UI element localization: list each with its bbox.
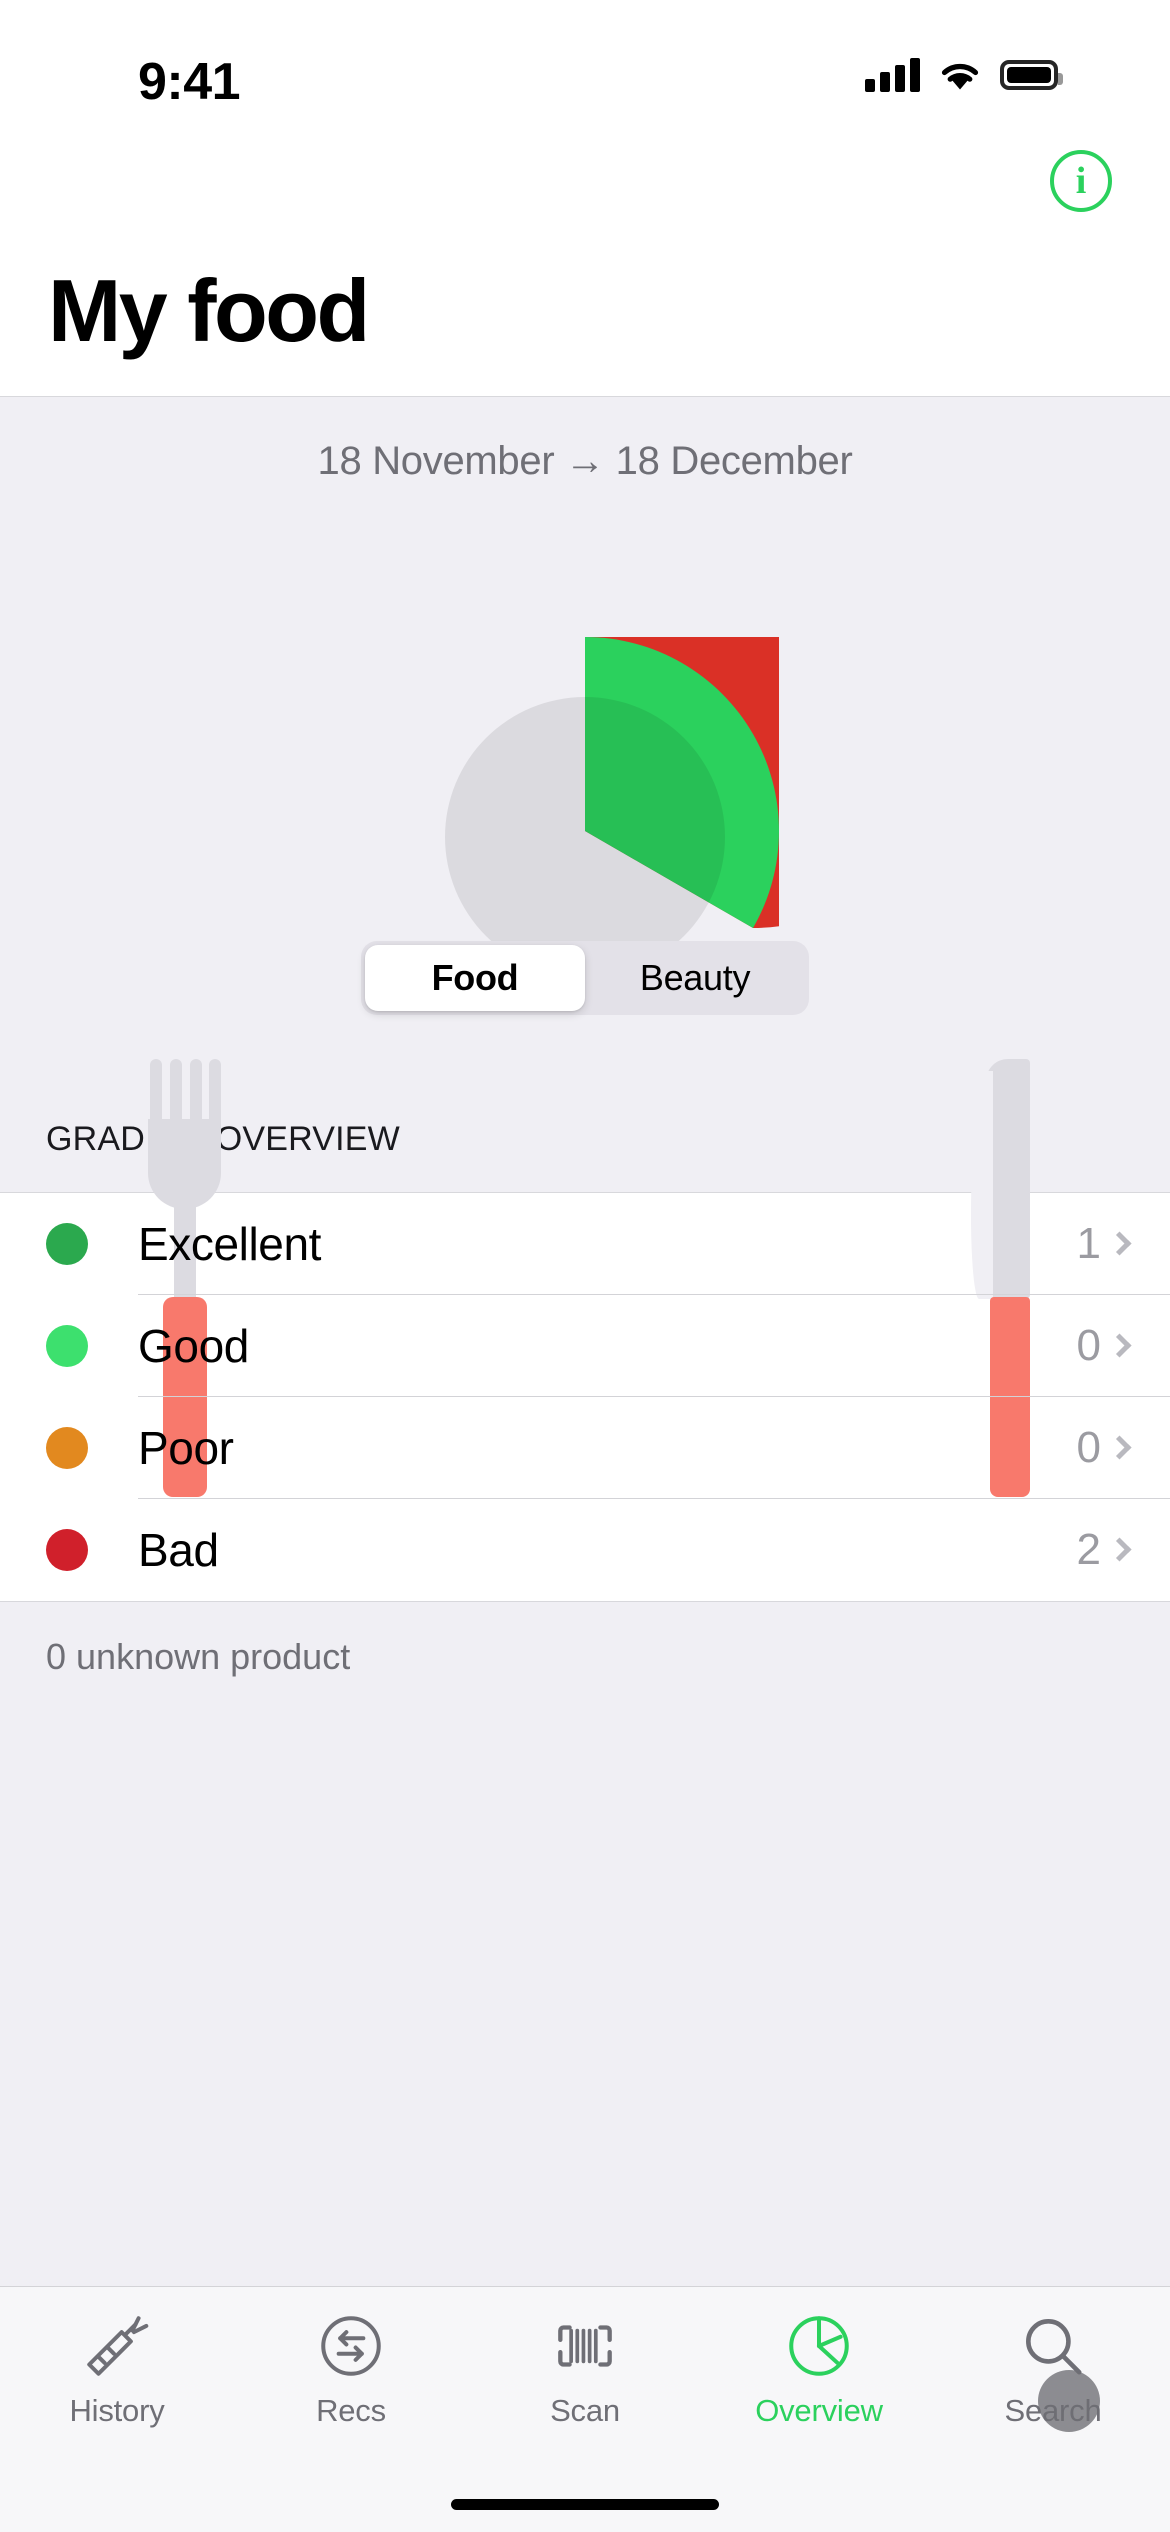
table-row[interactable]: Excellent 1	[0, 1193, 1170, 1295]
status-bar: 9:41	[0, 0, 1170, 140]
page-title: My food	[48, 261, 370, 360]
home-indicator	[451, 2499, 719, 2510]
grade-count: 0	[1076, 1423, 1101, 1472]
tab-overview[interactable]: Overview	[702, 2287, 936, 2464]
nav-bar: i	[0, 140, 1170, 268]
home-indicator-area	[0, 2464, 1170, 2532]
carrot-icon	[87, 2316, 149, 2376]
tab-label: Overview	[755, 2393, 883, 2428]
row-trailing: 1	[1076, 1219, 1132, 1269]
grade-label: Excellent	[138, 1218, 322, 1270]
grade-color-dot-excellent	[46, 1223, 88, 1265]
tab-label: Recs	[316, 2393, 386, 2428]
grade-label: Good	[138, 1320, 249, 1372]
chevron-right-icon	[1107, 1332, 1132, 1358]
grading-overview-title: GRADING OVERVIEW	[46, 1120, 400, 1158]
grade-label: Bad	[138, 1524, 219, 1576]
segment-beauty-label: Beauty	[639, 957, 751, 998]
info-circle-icon[interactable]: i	[1050, 150, 1112, 212]
grade-color-dot-poor	[46, 1427, 88, 1469]
grade-color-dot-bad	[46, 1529, 88, 1571]
grade-count: 1	[1076, 1219, 1101, 1268]
row-trailing: 0	[1076, 1321, 1132, 1371]
page-title-container: My food	[0, 261, 1170, 397]
chevron-right-icon	[1107, 1230, 1132, 1256]
pie-chart-icon	[789, 2316, 849, 2376]
chart-panel: 18 November → 18 December Food Beauty	[0, 397, 1170, 1497]
cellular-signal-icon	[865, 58, 920, 92]
tab-recs[interactable]: Recs	[234, 2287, 468, 2464]
segment-food[interactable]: Food	[365, 945, 585, 1011]
segment-food-label: Food	[431, 957, 519, 998]
grade-count: 2	[1076, 1525, 1101, 1574]
barcode-scan-icon	[558, 2325, 612, 2367]
chevron-right-icon	[1107, 1434, 1132, 1460]
unknown-products-note: 0 unknown product	[0, 1601, 1170, 2286]
segment-beauty[interactable]: Beauty	[585, 945, 805, 1011]
table-row[interactable]: Bad 2	[0, 1499, 1170, 1601]
grade-label: Poor	[138, 1422, 234, 1474]
tab-history[interactable]: History	[0, 2287, 234, 2464]
row-trailing: 2	[1076, 1525, 1132, 1575]
wifi-icon	[941, 63, 979, 90]
app-screen: 9:41 i My food 18 November → 18 December	[0, 0, 1170, 2532]
table-row[interactable]: Good 0	[0, 1295, 1170, 1397]
status-bar-icons	[865, 58, 1063, 92]
tab-scan[interactable]: Scan	[468, 2287, 702, 2464]
grade-count: 0	[1076, 1321, 1101, 1370]
chevron-right-icon	[1107, 1536, 1132, 1562]
grading-list: Excellent 1 Good 0 Poor 0 Bad 2	[0, 1193, 1170, 1601]
row-trailing: 0	[1076, 1423, 1132, 1473]
tab-label: History	[69, 2393, 165, 2428]
tab-label: Scan	[550, 2393, 620, 2428]
table-row[interactable]: Poor 0	[0, 1397, 1170, 1499]
touch-cursor-indicator	[1038, 2370, 1100, 2432]
segmented-control[interactable]: Food Beauty	[361, 941, 809, 1015]
tab-bar: History Recs Scan Overview	[0, 2286, 1170, 2464]
battery-full-icon	[1000, 60, 1063, 90]
swap-arrows-circle-icon	[321, 2316, 381, 2376]
unknown-products-text: 0 unknown product	[46, 1636, 351, 1677]
status-bar-time: 9:41	[138, 53, 241, 111]
info-glyph: i	[1075, 160, 1087, 202]
grade-color-dot-good	[46, 1325, 88, 1367]
